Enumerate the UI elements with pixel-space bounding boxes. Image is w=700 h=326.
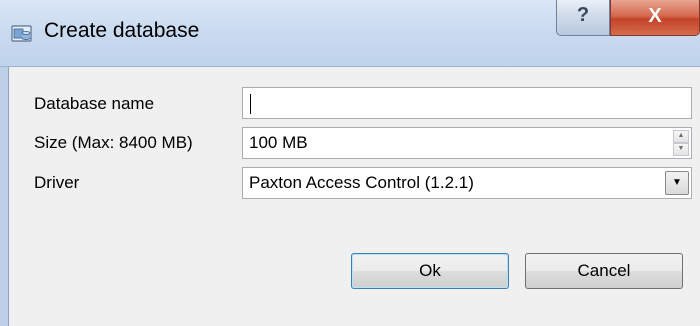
text-caret — [250, 93, 251, 114]
close-button[interactable]: X — [610, 0, 700, 36]
help-button[interactable]: ? — [556, 0, 610, 36]
database-icon — [10, 22, 34, 46]
ok-button[interactable]: Ok — [351, 253, 509, 289]
size-spinner: ▲ ▼ — [673, 130, 689, 156]
database-name-label: Database name — [34, 94, 155, 113]
title-bar[interactable]: Create database ? X — [0, 0, 700, 67]
window-title: Create database — [44, 19, 200, 42]
driver-selected-value: Paxton Access Control (1.2.1) — [249, 173, 474, 192]
help-icon: ? — [576, 4, 590, 26]
driver-select[interactable]: Paxton Access Control (1.2.1) ▼ — [242, 167, 692, 199]
chevron-down-icon[interactable]: ▼ — [665, 171, 689, 195]
size-label: Size (Max: 8400 MB) — [34, 133, 193, 152]
size-stepper[interactable]: 100 MB ▲ ▼ — [242, 127, 692, 159]
size-value: 100 MB — [249, 133, 308, 152]
window-frame: Database name Size (Max: 8400 MB) 100 MB… — [0, 67, 700, 326]
spin-down-arrow-icon[interactable]: ▼ — [673, 143, 689, 156]
dialog-body: Database name Size (Max: 8400 MB) 100 MB… — [8, 67, 700, 326]
cancel-button[interactable]: Cancel — [525, 253, 683, 289]
spin-up-arrow-icon[interactable]: ▲ — [673, 130, 689, 143]
driver-label: Driver — [34, 173, 80, 192]
close-icon: X — [648, 5, 662, 27]
database-name-input[interactable] — [242, 87, 692, 119]
